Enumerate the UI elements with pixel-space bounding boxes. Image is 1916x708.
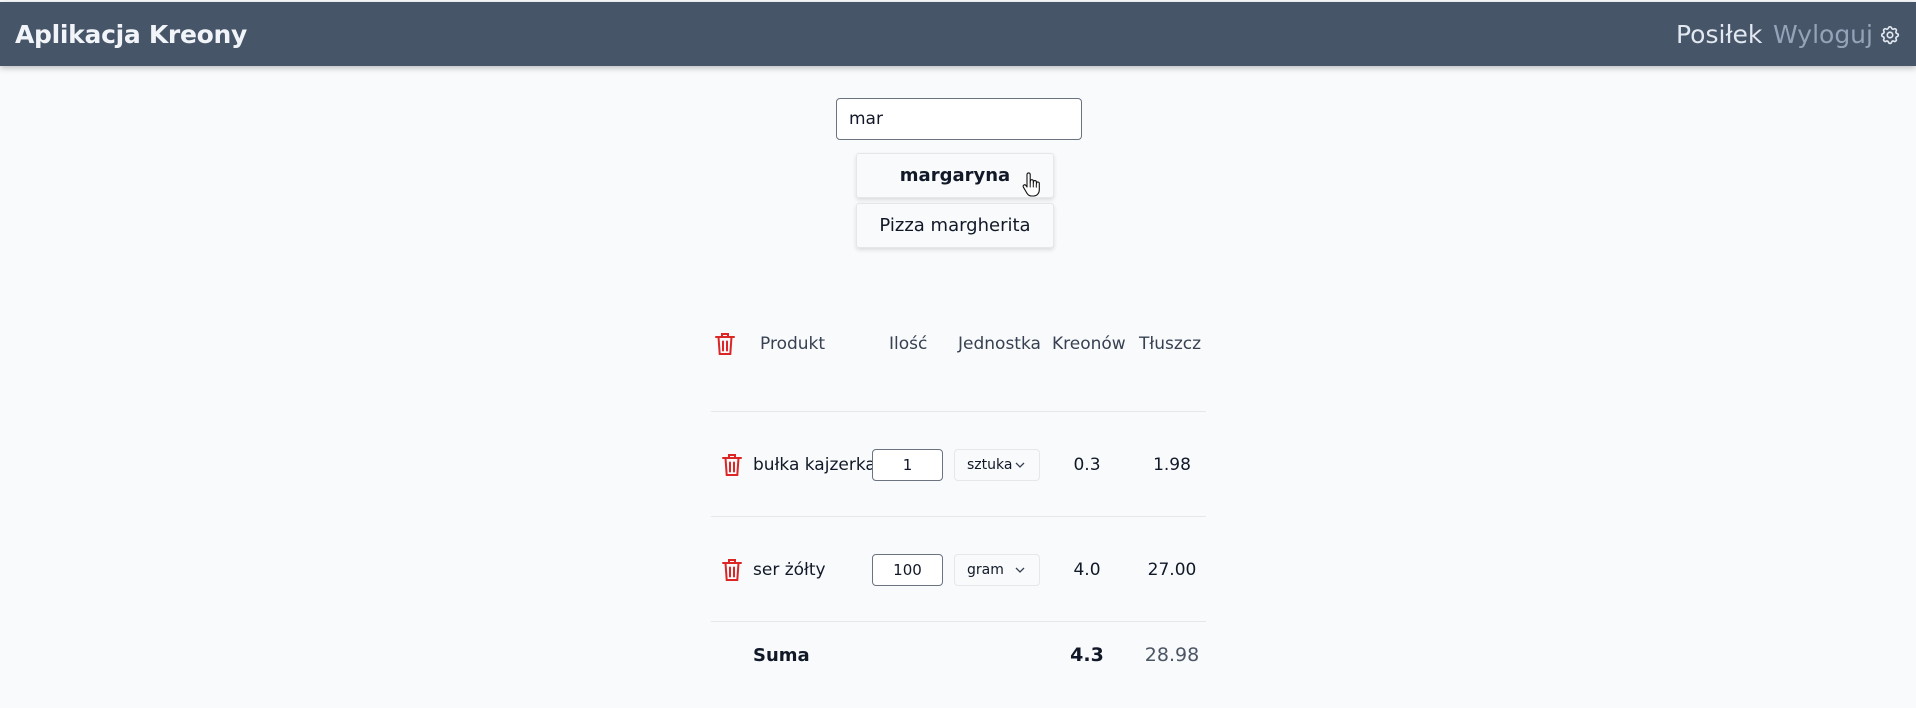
delete-all-cell: [714, 318, 736, 370]
trash-icon[interactable]: [721, 557, 743, 583]
sum-label: Suma: [753, 644, 810, 666]
table-header: Produkt Ilość Jednostka Kreonów Tłuszcz: [711, 318, 1206, 370]
quantity-cell: [872, 433, 943, 497]
delete-row-cell: [721, 433, 743, 497]
kreons-value: 0.3: [1073, 455, 1101, 475]
header-unit: Jednostka: [958, 334, 1041, 354]
chevron-down-icon: [1015, 462, 1025, 468]
nav-meal-link[interactable]: Posiłek: [1676, 2, 1762, 66]
quantity-input[interactable]: [872, 554, 943, 586]
header-product: Produkt: [760, 334, 826, 354]
sum-fat: 28.98: [1144, 644, 1200, 666]
quantity-cell: [872, 538, 943, 602]
top-navbar: Aplikacja Kreony Posiłek Wyloguj: [0, 2, 1916, 66]
product-name: bułka kajzerka: [753, 455, 876, 475]
app-title[interactable]: Aplikacja Kreony: [15, 2, 247, 66]
table-divider: [711, 621, 1206, 622]
table-divider: [711, 411, 1206, 412]
gear-icon[interactable]: [1879, 24, 1901, 46]
quantity-input[interactable]: [872, 449, 943, 481]
header-quantity: Ilość: [889, 334, 928, 354]
fat-value: 1.98: [1153, 455, 1191, 475]
hand-cursor-icon: [1022, 172, 1040, 197]
product-name: ser żółty: [753, 560, 826, 580]
nav-logout-link[interactable]: Wyloguj: [1773, 2, 1873, 66]
table-row: ser żółty gram 4.0 27.00: [711, 538, 1206, 602]
unit-select-value: sztuka: [967, 457, 1013, 473]
unit-select[interactable]: sztuka: [954, 449, 1040, 481]
header-fat: Tłuszcz: [1139, 334, 1202, 354]
sum-row: Suma 4.3 28.98: [711, 628, 1206, 682]
trash-icon[interactable]: [721, 452, 743, 478]
unit-cell: sztuka: [954, 433, 1040, 497]
chevron-down-icon: [1015, 567, 1025, 573]
fat-value: 27.00: [1147, 560, 1197, 580]
header-kreons: Kreonów: [1052, 334, 1126, 354]
table-divider: [711, 516, 1206, 517]
kreons-value: 4.0: [1073, 560, 1101, 580]
delete-row-cell: [721, 538, 743, 602]
unit-select[interactable]: gram: [954, 554, 1040, 586]
table-row: bułka kajzerka sztuka 0.3 1.98: [711, 433, 1206, 497]
sum-kreons: 4.3: [1070, 644, 1104, 666]
product-search-input[interactable]: [836, 98, 1082, 140]
trash-icon[interactable]: [714, 331, 736, 357]
unit-select-value: gram: [967, 562, 1004, 578]
suggestion-pizza-margherita[interactable]: Pizza margherita: [856, 203, 1054, 248]
unit-cell: gram: [954, 538, 1040, 602]
